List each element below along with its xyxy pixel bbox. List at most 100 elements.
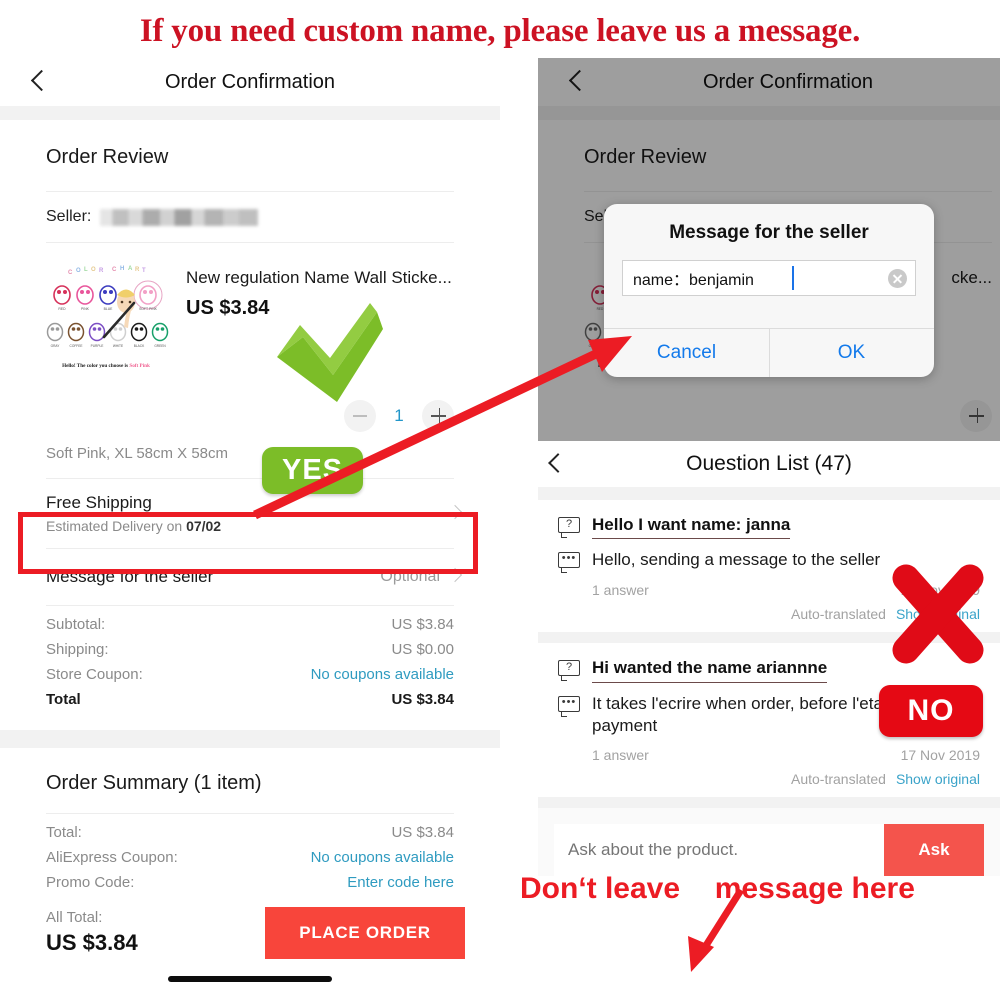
question-separator <box>538 632 1000 644</box>
product-info: New regulation Name Wall Sticke... US $3… <box>172 257 454 381</box>
clear-circle-icon[interactable] <box>888 269 907 288</box>
answer-text: It takes l'ecrire when order, before l'e… <box>592 693 921 735</box>
dialog-button-divider <box>769 329 770 377</box>
ask-button[interactable]: Ask <box>884 823 984 876</box>
total-label: Subtotal: <box>46 616 106 633</box>
product-thumbnail[interactable]: CO LO R CH AR T RED PINK BLUE SOFT PINK … <box>40 257 172 381</box>
ask-bar: Ask <box>538 807 1000 876</box>
total-value[interactable]: No coupons available <box>311 845 454 870</box>
left-navbar: Order Confirmation <box>0 58 500 106</box>
shipping-estimate-prefix: Estimated Delivery on <box>46 518 187 534</box>
svg-text:PINK: PINK <box>81 307 90 311</box>
answer-row: ••• Hello, sending a message to the selle… <box>558 549 980 574</box>
question-separator <box>538 796 1000 808</box>
translation-row: Auto-translated Show original <box>558 606 980 622</box>
headline-banner: If you need custom name, please leave us… <box>139 13 861 49</box>
shipping-row[interactable]: Free Shipping Estimated Delivery on 07/0… <box>0 479 500 548</box>
place-order-button[interactable]: PLACE ORDER <box>265 907 465 959</box>
svg-text:GREEN: GREEN <box>154 344 166 348</box>
question-date: 17 Nov 2019 <box>900 582 980 599</box>
svg-text:RED: RED <box>58 307 66 311</box>
answer-count: 1 answer <box>592 746 649 763</box>
question-row: ? Hi wanted the name ariannne <box>558 657 980 683</box>
color-chart-image: CO LO R CH AR T RED PINK BLUE SOFT PINK … <box>40 257 172 381</box>
total-line[interactable]: AliExpress Coupon: No coupons available <box>46 845 454 870</box>
dialog-ok-button[interactable]: OK <box>769 329 934 377</box>
question-text: Hi wanted the name ariannne <box>592 657 828 683</box>
message-for-seller-value: Optional <box>380 568 440 585</box>
quantity-minus-button[interactable] <box>344 400 376 432</box>
question-item[interactable]: ? Hello I want name: janna ••• Hello, sendi… <box>538 500 1000 633</box>
question-list-title: Ouestion List (47) <box>686 452 852 475</box>
total-label: Promo Code: <box>46 874 135 891</box>
quantity-stepper[interactable]: 1 <box>0 393 500 439</box>
svg-text:T: T <box>142 268 146 274</box>
total-value[interactable]: No coupons available <box>311 662 454 687</box>
message-for-seller-dialog: Message for the seller Cancel OK <box>604 204 934 377</box>
question-list-navbar: Ouestion List (47) <box>538 441 1000 487</box>
total-line[interactable]: Store Coupon: No coupons available <box>46 662 454 687</box>
svg-text:COFFEE: COFFEE <box>70 344 83 348</box>
question-bubble-icon: ? <box>558 660 582 682</box>
seller-row[interactable]: Seller: <box>0 192 500 242</box>
quantity-plus-button[interactable] <box>422 400 454 432</box>
total-line: Total: US $3.84 <box>46 820 454 845</box>
ask-input[interactable] <box>554 823 884 876</box>
answer-bubble-icon: ••• <box>558 695 582 717</box>
svg-text:C: C <box>68 270 73 276</box>
screenshot-root: If you need custom name, please leave us… <box>0 0 1000 1000</box>
total-label: Total: <box>46 824 82 841</box>
shipping-estimate: Estimated Delivery on 07/02 <box>46 518 454 534</box>
text-caret <box>792 266 794 290</box>
total-label: Store Coupon: <box>46 666 143 683</box>
order-review-card: Order Review Seller: CO LO R CH A R T RE… <box>0 120 500 959</box>
shipping-estimate-date: 07/02 <box>186 518 222 534</box>
question-item[interactable]: ? Hi wanted the name ariannne ••• It takes … <box>538 643 1000 797</box>
total-line[interactable]: Promo Code: Enter code here <box>46 870 454 895</box>
show-original-link[interactable]: Show original <box>896 771 980 787</box>
answer-text: Hello, sending a message to the seller <box>592 550 881 570</box>
order-summary-title: Order Summary (1 item) <box>46 772 262 794</box>
question-meta: 1 answer 17 Nov 2019 <box>558 747 980 763</box>
svg-text:R: R <box>99 268 104 274</box>
seller-label: Seller: <box>46 208 92 225</box>
chevron-right-icon <box>447 567 463 583</box>
total-line: Subtotal: US $3.84 <box>46 612 454 637</box>
svg-text:WHITE: WHITE <box>113 344 123 348</box>
svg-text:BLACK: BLACK <box>134 344 145 348</box>
seller-name-blurred <box>100 208 259 226</box>
total-label: AliExpress Coupon: <box>46 849 178 866</box>
answer-row: ••• It takes l'ecrire when order, before … <box>558 693 980 737</box>
svg-text:O: O <box>91 267 96 273</box>
svg-text:O: O <box>76 268 81 274</box>
total-label: Shipping: <box>46 641 109 658</box>
total-value: US $3.84 <box>391 824 454 841</box>
total-label: Total <box>46 691 81 708</box>
product-variant: Soft Pink, XL 58cm X 58cm <box>46 445 229 462</box>
svg-text:C: C <box>112 267 117 273</box>
total-value: US $3.84 <box>391 691 454 708</box>
translation-row: Auto-translated Show original <box>558 771 980 787</box>
message-for-seller-label: Message for the seller <box>46 567 214 586</box>
summary-totals-list: Total: US $3.84 AliExpress Coupon: No coupo… <box>0 814 500 899</box>
product-row[interactable]: CO LO R CH AR T RED PINK BLUE SOFT PINK … <box>0 243 500 387</box>
total-value[interactable]: Enter code here <box>347 870 454 895</box>
svg-text:A: A <box>128 266 133 272</box>
product-name: New regulation Name Wall Sticke... <box>186 268 452 287</box>
dialog-input-wrap <box>622 260 916 296</box>
dialog-cancel-button[interactable]: Cancel <box>604 329 769 377</box>
auto-translated-label: Auto-translated <box>790 770 886 787</box>
total-line: Total US $3.84 <box>46 687 454 712</box>
left-navbar-title: Order Confirmation <box>164 71 336 93</box>
show-original-link[interactable]: Show original <box>896 606 980 622</box>
svg-text:SOFT PINK: SOFT PINK <box>139 307 158 311</box>
dialog-message-input[interactable] <box>622 260 916 296</box>
message-for-seller-row[interactable]: Message for the seller Optional <box>0 549 500 605</box>
dialog-title: Message for the seller <box>669 222 869 243</box>
totals-list: Subtotal: US $3.84 Shipping: US $0.00 Store … <box>0 606 500 716</box>
svg-text:R: R <box>135 267 140 273</box>
question-text: Hello I want name: janna <box>592 514 791 540</box>
svg-text:GRAY: GRAY <box>51 344 61 348</box>
answer-bubble-icon: ••• <box>558 552 582 574</box>
shipping-title: Free Shipping <box>46 493 152 512</box>
